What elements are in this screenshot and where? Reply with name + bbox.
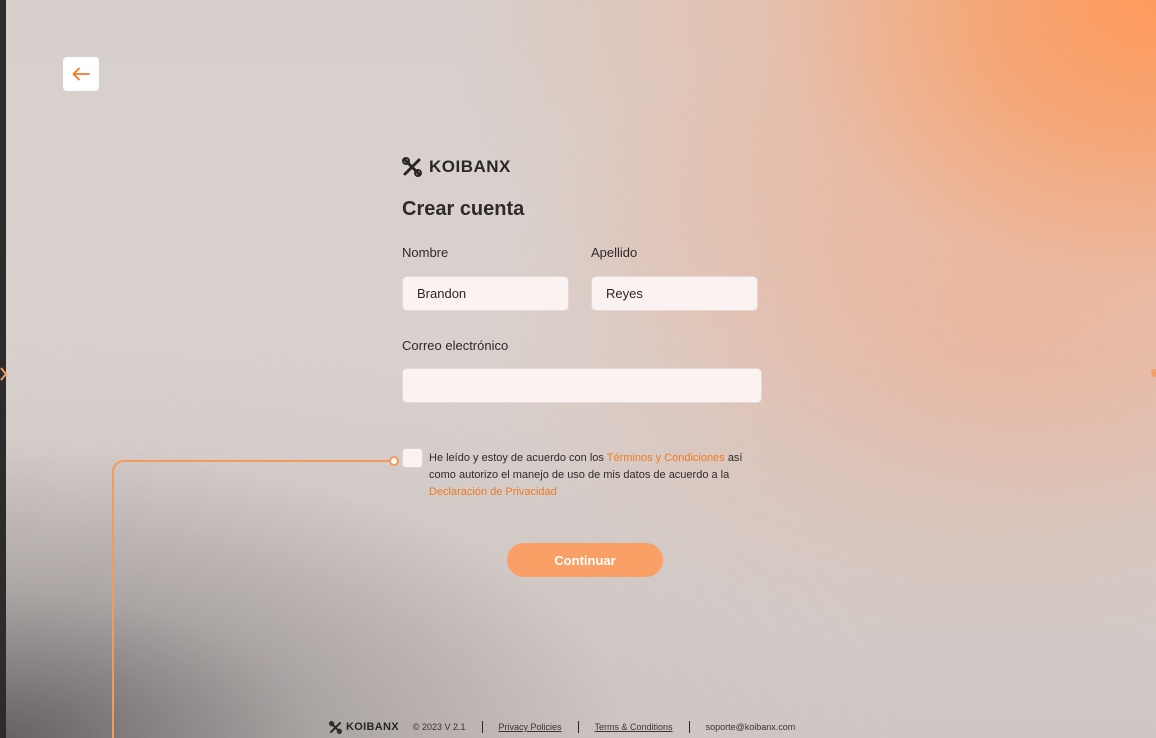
- decorative-line-vertical: [112, 470, 114, 738]
- terms-link[interactable]: Términos y Condiciones: [607, 452, 725, 464]
- privacy-policies-link[interactable]: Privacy Policies: [499, 722, 562, 732]
- footer-copyright: © 2023 V 2.1: [412, 722, 466, 732]
- first-name-label: Nombre: [402, 245, 449, 260]
- decorative-dot: [389, 456, 399, 466]
- email-field[interactable]: [402, 368, 762, 403]
- brand-logo: KOIBANX: [402, 156, 511, 178]
- brand-name: KOIBANX: [429, 157, 511, 176]
- terms-text: He leído y estoy de acuerdo con los Térm…: [429, 450, 759, 501]
- footer-brand: KOIBANX: [346, 721, 399, 733]
- koibanx-logo-icon: [402, 157, 422, 177]
- footer-divider: [688, 721, 690, 733]
- footer-logo: KOIBANX: [329, 720, 399, 734]
- privacy-link[interactable]: Declaración de Privacidad: [429, 486, 557, 498]
- decorative-corner: [112, 460, 126, 474]
- continue-button[interactable]: Continuar: [507, 543, 663, 577]
- terms-text-before: He leído y estoy de acuerdo con los: [429, 452, 604, 464]
- first-name-field[interactable]: Brandon: [402, 276, 569, 311]
- page-title: Crear cuenta: [402, 198, 525, 220]
- edge-dot: [1151, 369, 1156, 377]
- back-button[interactable]: [63, 57, 99, 91]
- terms-checkbox[interactable]: [402, 448, 423, 468]
- terms-conditions-link[interactable]: Terms & Conditions: [595, 722, 673, 732]
- footer-divider: [481, 721, 483, 733]
- decorative-line: [122, 460, 390, 462]
- last-name-field[interactable]: Reyes: [591, 276, 758, 311]
- last-name-label: Apellido: [591, 245, 638, 260]
- koibanx-logo-icon: [329, 720, 342, 734]
- footer: KOIBANX © 2023 V 2.1 Privacy Policies Te…: [329, 718, 795, 736]
- email-label: Correo electrónico: [402, 338, 509, 353]
- support-email: soporte@koibanx.com: [705, 722, 796, 732]
- arrow-left-icon: [72, 67, 90, 81]
- edge-arrow-icon: [0, 367, 8, 381]
- footer-divider: [577, 721, 579, 733]
